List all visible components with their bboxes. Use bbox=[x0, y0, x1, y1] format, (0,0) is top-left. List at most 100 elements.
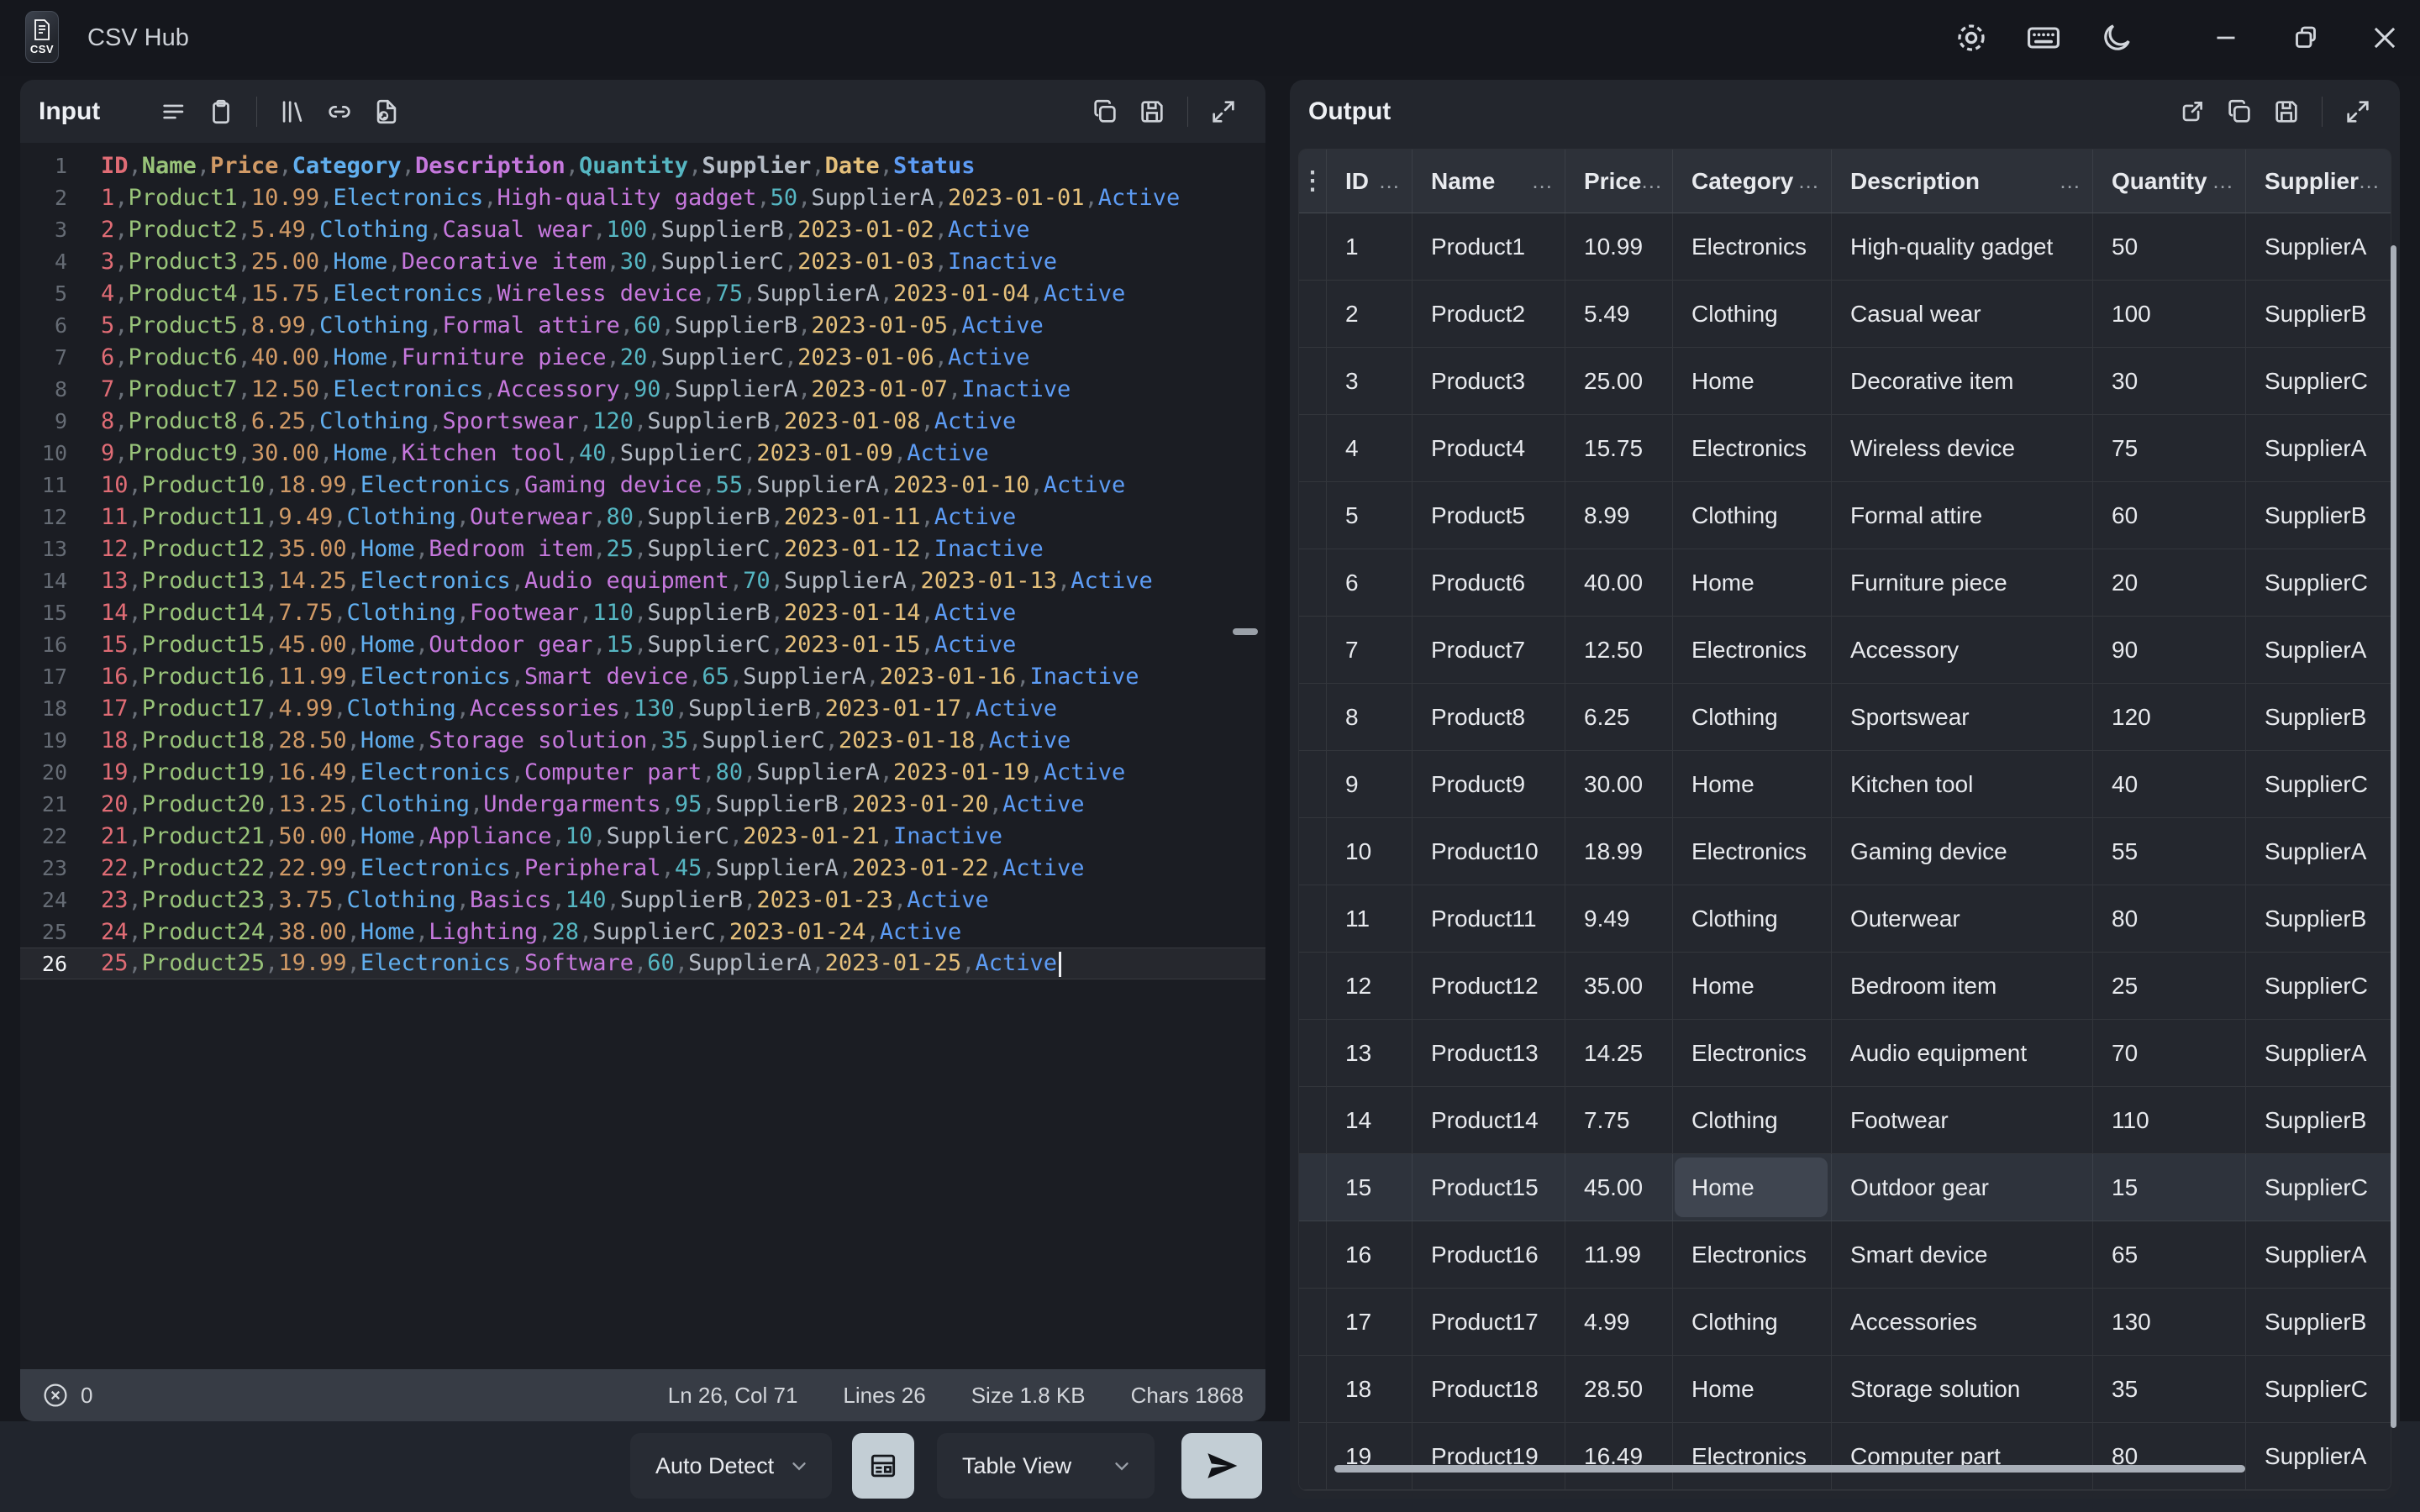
table-cell[interactable]: 65 bbox=[2093, 1221, 2246, 1288]
table-cell[interactable]: Electronics bbox=[1673, 617, 1832, 683]
column-menu-icon[interactable]: ... bbox=[2212, 168, 2245, 194]
table-cell[interactable]: Product17 bbox=[1413, 1289, 1565, 1355]
library-columns-icon[interactable] bbox=[273, 92, 312, 131]
table-cell[interactable]: 30.00 bbox=[1565, 751, 1673, 817]
code-line[interactable]: 1312,Product12,35.00,Home,Bedroom item,2… bbox=[20, 533, 1265, 564]
code-line[interactable]: 98,Product8,6.25,Clothing,Sportswear,120… bbox=[20, 405, 1265, 437]
table-cell[interactable]: Product7 bbox=[1413, 617, 1565, 683]
table-cell[interactable]: 30 bbox=[2093, 348, 2246, 414]
row-gutter[interactable] bbox=[1299, 281, 1327, 347]
table-row[interactable]: 19Product1916.49ElectronicsComputer part… bbox=[1299, 1423, 2391, 1490]
table-cell[interactable]: Accessory bbox=[1832, 617, 2093, 683]
table-cell[interactable]: 80 bbox=[2093, 1423, 2246, 1489]
table-cell[interactable]: 19 bbox=[1327, 1423, 1413, 1489]
table-cell[interactable]: Home bbox=[1673, 751, 1832, 817]
keyboard-icon[interactable] bbox=[2023, 18, 2064, 58]
table-cell[interactable]: Decorative item bbox=[1832, 348, 2093, 414]
table-cell[interactable]: 40 bbox=[2093, 751, 2246, 817]
table-cell[interactable]: 28.50 bbox=[1565, 1356, 1673, 1422]
table-cell[interactable]: Product11 bbox=[1413, 885, 1565, 952]
table-cell[interactable]: High-quality gadget bbox=[1832, 213, 2093, 280]
column-menu-icon[interactable]: ... bbox=[1642, 168, 1674, 194]
copy-icon[interactable] bbox=[2220, 92, 2259, 131]
sample-lines-icon[interactable] bbox=[155, 92, 193, 131]
column-menu-icon[interactable]: ... bbox=[1379, 168, 1412, 194]
row-gutter[interactable] bbox=[1299, 482, 1327, 549]
table-row[interactable]: 12Product1235.00HomeBedroom item25Suppli… bbox=[1299, 953, 2391, 1020]
column-header-id[interactable]: ID... bbox=[1327, 150, 1413, 213]
table-row[interactable]: 6Product640.00HomeFurniture piece20Suppl… bbox=[1299, 549, 2391, 617]
table-cell[interactable]: SupplierA bbox=[2246, 1423, 2391, 1489]
save-icon[interactable] bbox=[2267, 92, 2306, 131]
table-row[interactable]: 5Product58.99ClothingFormal attire60Supp… bbox=[1299, 482, 2391, 549]
row-gutter[interactable] bbox=[1299, 549, 1327, 616]
row-gutter[interactable] bbox=[1299, 1356, 1327, 1422]
code-line[interactable]: 2019,Product19,16.49,Electronics,Compute… bbox=[20, 756, 1265, 788]
table-cell[interactable]: Footwear bbox=[1832, 1087, 2093, 1153]
table-row[interactable]: 1Product110.99ElectronicsHigh-quality ga… bbox=[1299, 213, 2391, 281]
table-cell[interactable]: 25 bbox=[2093, 953, 2246, 1019]
table-cell[interactable]: 16 bbox=[1327, 1221, 1413, 1288]
form-layout-button[interactable] bbox=[852, 1433, 914, 1499]
table-cell[interactable]: Home bbox=[1673, 348, 1832, 414]
table-cell[interactable]: Product14 bbox=[1413, 1087, 1565, 1153]
table-row[interactable]: 11Product119.49ClothingOuterwear80Suppli… bbox=[1299, 885, 2391, 953]
table-cell[interactable]: 8 bbox=[1327, 684, 1413, 750]
table-cell[interactable]: SupplierB bbox=[2246, 885, 2391, 952]
table-cell[interactable]: SupplierB bbox=[2246, 1289, 2391, 1355]
code-line[interactable]: 1413,Product13,14.25,Electronics,Audio e… bbox=[20, 564, 1265, 596]
copy-icon[interactable] bbox=[1086, 92, 1124, 131]
save-icon[interactable] bbox=[1133, 92, 1171, 131]
table-cell[interactable]: Product12 bbox=[1413, 953, 1565, 1019]
table-cell[interactable]: Storage solution bbox=[1832, 1356, 2093, 1422]
table-cell[interactable]: SupplierC bbox=[2246, 1154, 2391, 1221]
table-cell[interactable]: 6 bbox=[1327, 549, 1413, 616]
table-cell[interactable]: Electronics bbox=[1673, 818, 1832, 885]
table-cell[interactable]: SupplierB bbox=[2246, 1087, 2391, 1153]
table-cell[interactable]: Product6 bbox=[1413, 549, 1565, 616]
table-row[interactable]: 10Product1018.99ElectronicsGaming device… bbox=[1299, 818, 2391, 885]
table-cell[interactable]: 100 bbox=[2093, 281, 2246, 347]
table-cell[interactable]: Clothing bbox=[1673, 1289, 1832, 1355]
table-cell[interactable]: 25.00 bbox=[1565, 348, 1673, 414]
row-gutter[interactable] bbox=[1299, 348, 1327, 414]
view-select[interactable]: Table View bbox=[937, 1433, 1155, 1499]
code-line[interactable]: 21,Product1,10.99,Electronics,High-quali… bbox=[20, 181, 1265, 213]
column-menu-icon[interactable]: ... bbox=[2060, 168, 2092, 194]
format-select[interactable]: Auto Detect bbox=[630, 1433, 832, 1499]
code-line[interactable]: 109,Product9,30.00,Home,Kitchen tool,40,… bbox=[20, 437, 1265, 469]
code-line[interactable]: 2120,Product20,13.25,Clothing,Undergarme… bbox=[20, 788, 1265, 820]
table-cell[interactable]: Home bbox=[1673, 1356, 1832, 1422]
table-cell[interactable]: Product1 bbox=[1413, 213, 1565, 280]
code-line[interactable]: 1817,Product17,4.99,Clothing,Accessories… bbox=[20, 692, 1265, 724]
row-gutter[interactable] bbox=[1299, 818, 1327, 885]
table-cell[interactable]: 6.25 bbox=[1565, 684, 1673, 750]
table-cell[interactable]: 130 bbox=[2093, 1289, 2246, 1355]
table-cell[interactable]: Audio equipment bbox=[1832, 1020, 2093, 1086]
table-cell[interactable]: SupplierC bbox=[2246, 953, 2391, 1019]
code-line[interactable]: 2625,Product25,19.99,Electronics,Softwar… bbox=[20, 948, 1265, 979]
row-gutter[interactable] bbox=[1299, 1020, 1327, 1086]
table-cell[interactable]: Product4 bbox=[1413, 415, 1565, 481]
row-gutter[interactable] bbox=[1299, 1087, 1327, 1153]
table-cell[interactable]: Product18 bbox=[1413, 1356, 1565, 1422]
table-cell[interactable]: Product9 bbox=[1413, 751, 1565, 817]
table-cell[interactable]: Clothing bbox=[1673, 281, 1832, 347]
column-menu-icon[interactable]: ... bbox=[1798, 168, 1831, 194]
editor-scrollbar-thumb[interactable] bbox=[1233, 628, 1258, 635]
code-line[interactable]: 54,Product4,15.75,Electronics,Wireless d… bbox=[20, 277, 1265, 309]
expand-icon[interactable] bbox=[2338, 92, 2377, 131]
table-cell[interactable]: Product5 bbox=[1413, 482, 1565, 549]
table-cell[interactable]: Smart device bbox=[1832, 1221, 2093, 1288]
row-gutter[interactable] bbox=[1299, 617, 1327, 683]
column-header-description[interactable]: Description... bbox=[1832, 150, 2093, 213]
row-gutter[interactable] bbox=[1299, 1154, 1327, 1221]
table-cell[interactable]: SupplierB bbox=[2246, 684, 2391, 750]
table-cell[interactable]: SupplierA bbox=[2246, 213, 2391, 280]
code-line[interactable]: 2322,Product22,22.99,Electronics,Periphe… bbox=[20, 852, 1265, 884]
table-row[interactable]: 13Product1314.25ElectronicsAudio equipme… bbox=[1299, 1020, 2391, 1087]
table-cell[interactable]: 14.25 bbox=[1565, 1020, 1673, 1086]
column-header-price[interactable]: Price... bbox=[1565, 150, 1673, 213]
table-cell[interactable]: 70 bbox=[2093, 1020, 2246, 1086]
row-gutter[interactable] bbox=[1299, 885, 1327, 952]
